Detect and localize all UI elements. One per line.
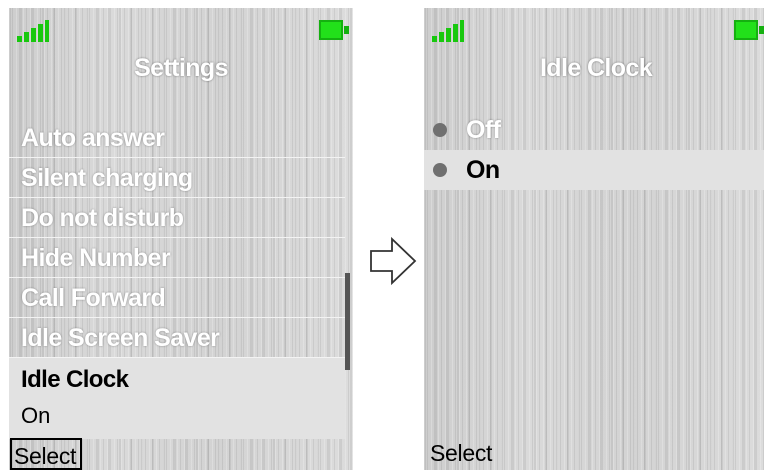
settings-screen: Settings Auto answer Silent charging Do … — [9, 8, 353, 470]
select-softkey[interactable]: Select — [430, 440, 492, 467]
idle-clock-screen: Idle Clock Off On Select — [424, 8, 764, 470]
menu-item-do-not-disturb[interactable]: Do not disturb — [9, 198, 345, 238]
battery-full-icon — [319, 20, 349, 40]
signal-strength-icon — [432, 20, 464, 42]
right-arrow-icon — [370, 236, 417, 286]
settings-menu: Auto answer Silent charging Do not distu… — [9, 118, 345, 439]
screen-title: Settings — [134, 54, 228, 82]
radio-button-icon — [433, 163, 447, 177]
option-label: On — [466, 156, 500, 184]
signal-strength-icon — [17, 20, 49, 42]
scrollbar[interactable] — [345, 273, 350, 370]
option-off[interactable]: Off — [424, 110, 764, 150]
menu-item-idle-clock[interactable]: Idle Clock On — [9, 358, 345, 439]
option-on[interactable]: On — [424, 150, 764, 190]
menu-item-call-forward[interactable]: Call Forward — [9, 278, 345, 318]
option-list: Off On — [424, 110, 764, 190]
select-softkey[interactable]: Select — [10, 438, 83, 470]
option-label: Off — [466, 116, 501, 144]
menu-item-hide-number[interactable]: Hide Number — [9, 238, 345, 278]
menu-item-value: On — [21, 403, 51, 428]
menu-item-label: Idle Clock — [21, 366, 129, 393]
menu-item-auto-answer[interactable]: Auto answer — [9, 118, 345, 158]
radio-button-icon — [433, 123, 447, 137]
battery-full-icon — [734, 20, 764, 40]
menu-item-idle-screen-saver[interactable]: Idle Screen Saver — [9, 318, 345, 358]
screen-title: Idle Clock — [539, 54, 653, 82]
menu-item-silent-charging[interactable]: Silent charging — [9, 158, 345, 198]
